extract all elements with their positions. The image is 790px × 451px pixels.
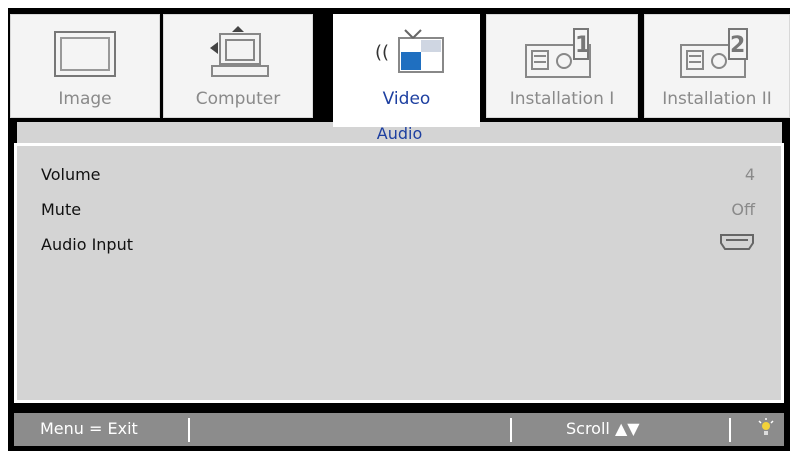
tab-computer[interactable]: Computer: [163, 14, 313, 118]
lamp-icon: [758, 418, 774, 442]
hdmi-port-icon: [719, 233, 755, 255]
tab-label: Installation I: [509, 89, 615, 109]
tab-label: Video: [382, 89, 431, 109]
divider: [510, 418, 512, 442]
scroll-hint: Scroll ▲▼: [566, 419, 640, 438]
setting-label: Audio Input: [41, 234, 133, 254]
help-bar: Menu = Exit Scroll ▲▼: [14, 410, 784, 446]
settings-panel: Volume 4 Mute Off Audio Input: [14, 143, 784, 403]
tab-installation-1[interactable]: 1 Installation I: [486, 14, 638, 118]
divider: [188, 418, 190, 442]
video-tv-icon: ((: [334, 23, 479, 85]
setting-row-mute[interactable]: Mute Off: [41, 194, 755, 224]
tab-label: Computer: [195, 89, 281, 109]
setting-value: 4: [744, 164, 755, 184]
tab-image[interactable]: Image: [10, 14, 160, 118]
divider: [729, 418, 731, 442]
setting-row-audio-input[interactable]: Audio Input: [41, 229, 755, 259]
tab-video[interactable]: (( Video: [333, 14, 480, 127]
tab-label: Image: [58, 89, 112, 109]
setting-value: Off: [731, 199, 755, 219]
setting-label: Mute: [41, 199, 82, 219]
menu-exit-hint: Menu = Exit: [40, 419, 138, 438]
svg-text:((: ((: [375, 42, 389, 63]
svg-text:1: 1: [575, 33, 590, 58]
tab-label: Installation II: [662, 89, 772, 109]
computer-icon: [164, 23, 312, 85]
projector-2-icon: 2: [645, 23, 789, 85]
setting-row-volume[interactable]: Volume 4: [41, 159, 755, 189]
setting-label: Volume: [41, 164, 101, 184]
tab-installation-2[interactable]: 2 Installation II: [644, 14, 790, 118]
image-frame-icon: [11, 23, 159, 85]
svg-text:2: 2: [730, 33, 745, 58]
projector-1-icon: 1: [487, 23, 637, 85]
osd-menu: Image Computer (( Video 1 Installation I…: [8, 8, 790, 451]
